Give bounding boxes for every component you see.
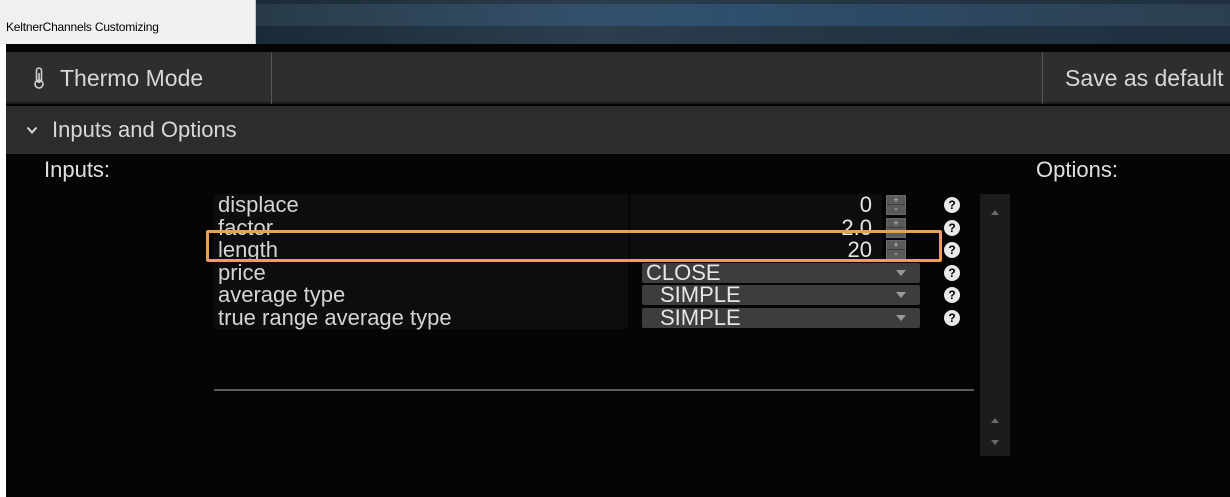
help-icon[interactable]: ? — [944, 197, 960, 213]
scroll-up-icon[interactable] — [991, 418, 999, 423]
thermometer-icon — [34, 67, 44, 89]
chevron-down-icon — [26, 126, 38, 134]
factor-stepper[interactable]: + - — [886, 217, 906, 238]
row-name-cell — [214, 261, 628, 284]
row-name-cell — [214, 216, 628, 239]
thermo-mode-button[interactable]: Thermo Mode — [6, 52, 272, 104]
price-select[interactable]: CLOSE — [642, 259, 920, 285]
factor-value-field[interactable]: 2.0 — [630, 214, 882, 240]
input-name: length — [218, 237, 278, 262]
input-name: average type — [218, 282, 346, 307]
displace-value-field[interactable]: 0 — [630, 194, 882, 217]
window-title-tab[interactable]: KeltnerChannels Customizing — [0, 0, 256, 44]
input-row-price: price CLOSE ? — [214, 259, 974, 285]
window-title: KeltnerChannels Customizing — [6, 20, 159, 34]
thermo-mode-label: Thermo Mode — [60, 64, 204, 91]
average-type-select[interactable]: SIMPLE — [642, 282, 920, 307]
input-name: factor — [218, 214, 274, 240]
input-value: 20 — [847, 237, 872, 262]
help-icon[interactable]: ? — [944, 219, 960, 236]
help-icon[interactable]: ? — [944, 287, 960, 303]
window-title-bar: KeltnerChannels Customizing — [0, 0, 1230, 44]
minus-icon[interactable]: - — [887, 249, 905, 260]
input-row-average-type: average type SIMPLE ? — [214, 284, 974, 307]
help-icon[interactable]: ? — [944, 242, 960, 258]
input-name: displace — [218, 192, 299, 217]
length-stepper[interactable]: + - — [886, 240, 906, 260]
inputs-label: Inputs: — [44, 157, 111, 182]
minus-icon[interactable]: - — [887, 204, 905, 215]
inputs-scrollbar[interactable] — [980, 194, 1010, 456]
input-value: 2.0 — [841, 214, 872, 240]
dropdown-caret-icon — [896, 269, 906, 276]
save-as-default-button[interactable]: Save as default — [1042, 52, 1230, 104]
toolbar: Thermo Mode Save as default — [6, 52, 1230, 104]
options-label: Options: — [1036, 157, 1118, 182]
input-row-factor: factor 2.0 + - ? — [214, 214, 974, 240]
input-name: price — [218, 259, 266, 285]
length-value-field[interactable]: 20 — [630, 239, 882, 262]
select-value: SIMPLE — [660, 282, 741, 307]
background-chart-blur — [256, 0, 1230, 44]
true-range-average-type-select[interactable]: SIMPLE — [642, 304, 920, 330]
select-value: SIMPLE — [660, 304, 741, 330]
input-row-length: length 20 + - ? — [214, 239, 974, 262]
input-name: true range average type — [218, 304, 452, 330]
save-as-default-label: Save as default — [1065, 64, 1224, 91]
help-icon[interactable]: ? — [944, 309, 960, 326]
table-divider — [214, 389, 974, 391]
dropdown-caret-icon — [896, 314, 906, 321]
inputs-options-section-header[interactable]: Inputs and Options — [6, 106, 1230, 154]
input-row-displace: displace 0 + - ? — [214, 194, 974, 217]
scroll-up-icon[interactable] — [991, 210, 999, 215]
help-icon[interactable]: ? — [944, 264, 960, 281]
select-value: CLOSE — [646, 259, 721, 285]
input-row-true-range-average-type: true range average type SIMPLE ? — [214, 304, 974, 330]
dropdown-caret-icon — [896, 292, 906, 298]
scroll-down-icon[interactable] — [991, 440, 999, 445]
input-value: 0 — [859, 192, 872, 217]
displace-stepper[interactable]: + - — [886, 195, 906, 215]
minus-icon[interactable]: - — [887, 226, 905, 237]
section-title: Inputs and Options — [52, 117, 237, 142]
